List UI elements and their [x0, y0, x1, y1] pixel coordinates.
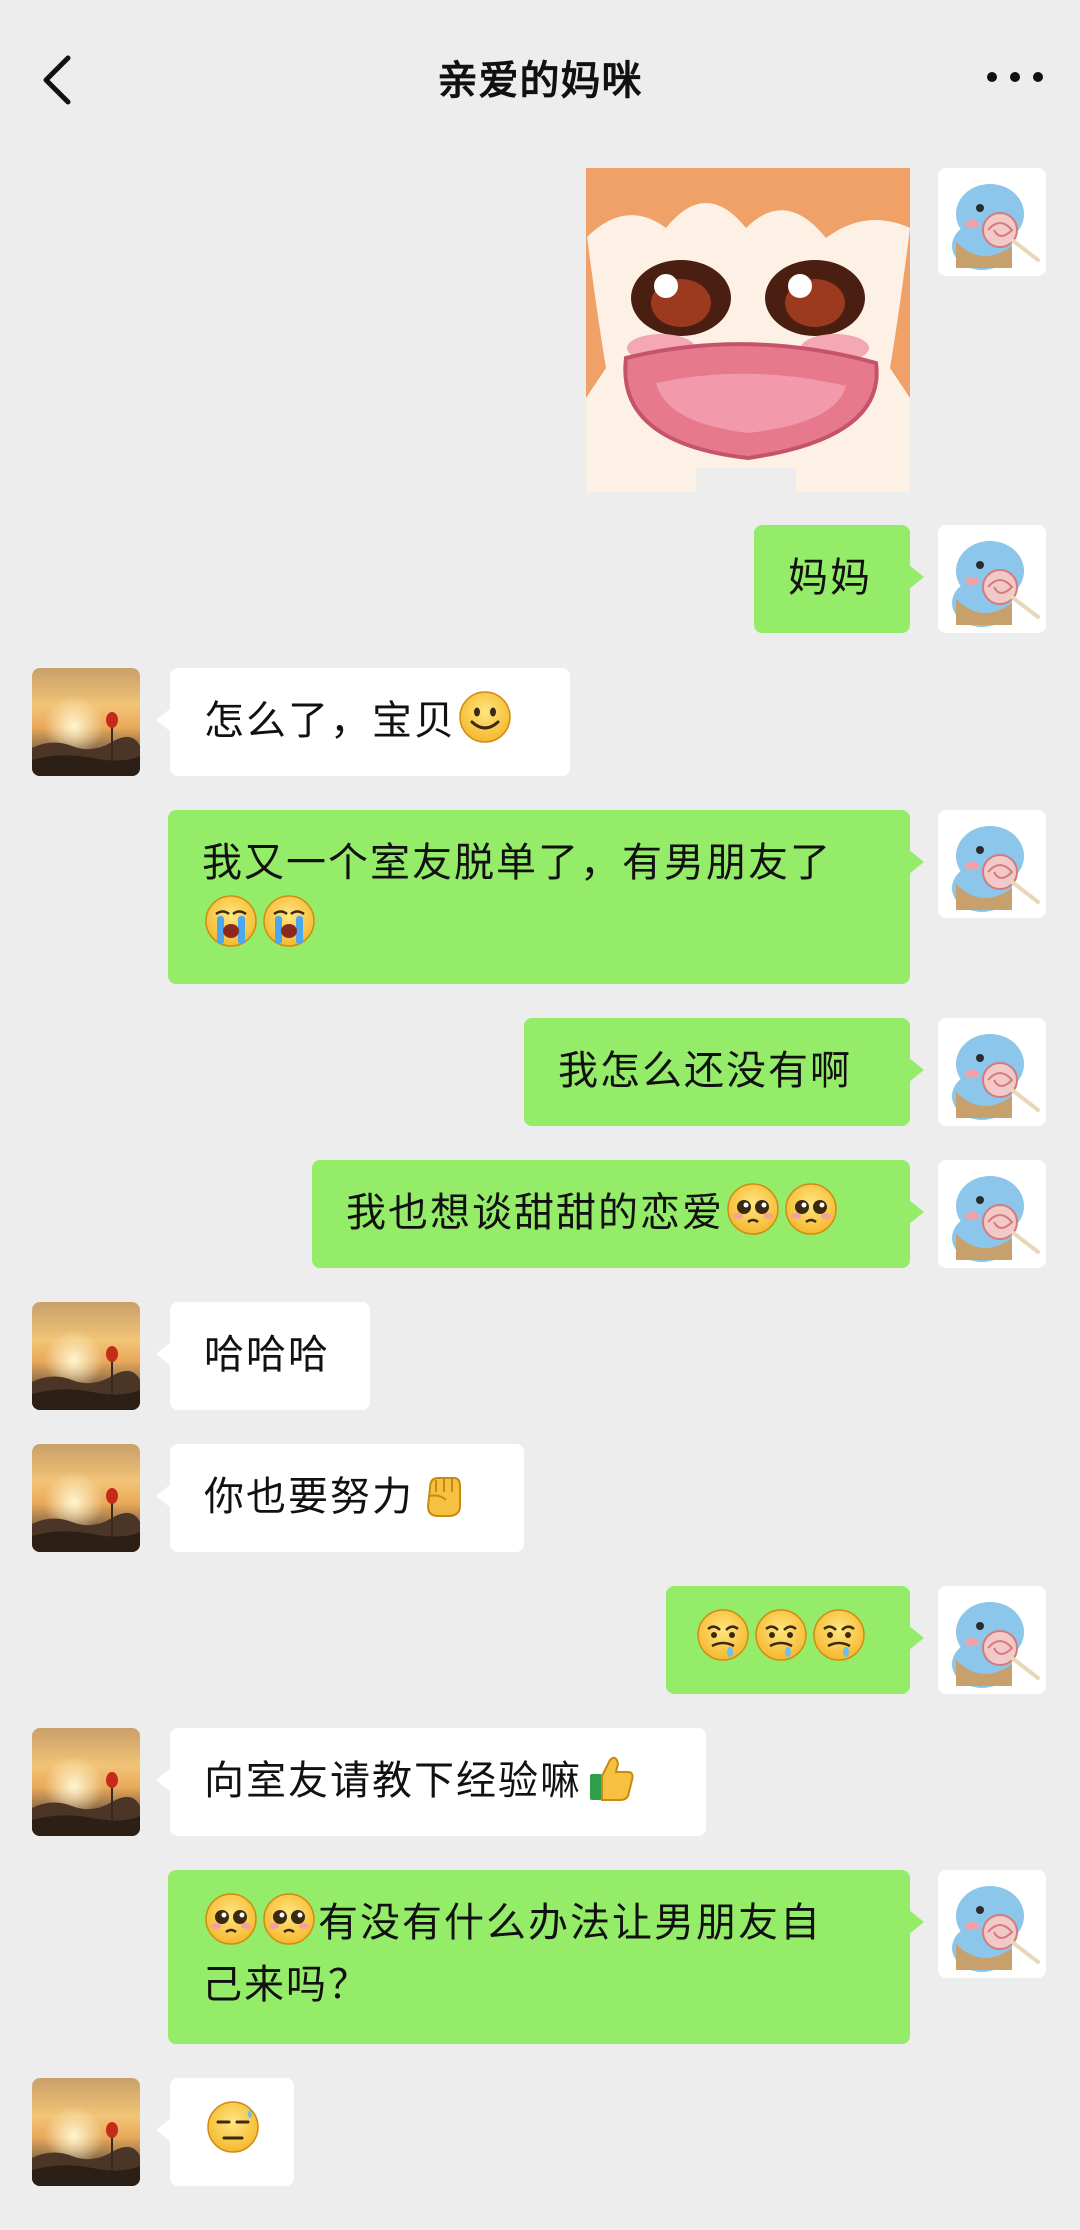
mom-avatar[interactable] [32, 1728, 140, 1836]
message-bubble-mom[interactable]: 怎么了，宝贝 [156, 668, 570, 776]
message-bubble-mom[interactable]: 你也要努力 [156, 1444, 524, 1552]
drooling-emoji-icon [812, 1608, 866, 1662]
message-text: 哈哈哈 [204, 1332, 330, 1378]
message-text: 我又一个室友脱单了，有男朋友了 [202, 840, 832, 886]
chat-header: 亲爱的妈咪 [0, 0, 1080, 155]
drooling-emoji-icon [754, 1608, 808, 1662]
my-avatar[interactable] [938, 1018, 1046, 1126]
chat-screen: 亲爱的妈咪 妈妈 怎么了，宝贝 我又一个室友脱单了，有男朋友了 我怎么还没有啊 … [0, 0, 1080, 2230]
my-avatar[interactable] [938, 168, 1046, 276]
message-text: 怎么了，宝贝 [204, 698, 456, 744]
smile-emoji-icon [458, 690, 512, 744]
message-bubble-mom[interactable]: 向室友请教下经验嘛 [156, 1728, 706, 1836]
mom-avatar[interactable] [32, 668, 140, 776]
my-avatar[interactable] [938, 810, 1046, 918]
message-text: 我也想谈甜甜的恋爱 [346, 1190, 724, 1236]
drooling-emoji-icon [696, 1608, 750, 1662]
mom-avatar[interactable] [32, 1302, 140, 1410]
my-avatar[interactable] [938, 525, 1046, 633]
message-bubble-mom[interactable]: 哈哈哈 [156, 1302, 370, 1410]
message-bubble-me[interactable] [666, 1586, 924, 1694]
sweat-smile-emoji-icon [206, 2100, 260, 2154]
pleading-emoji-icon [204, 1892, 258, 1946]
mom-avatar[interactable] [32, 2078, 140, 2186]
chat-title: 亲爱的妈咪 [437, 58, 643, 104]
message-text: 我怎么还没有啊 [558, 1048, 852, 1094]
fist-emoji-icon [416, 1466, 470, 1520]
more-dots-icon [987, 72, 1043, 82]
message-text: 向室友请教下经验嘛 [204, 1758, 582, 1804]
message-bubble-me[interactable]: 妈妈 [754, 525, 924, 633]
message-text: 妈妈 [788, 555, 872, 601]
message-bubble-me[interactable]: 我又一个室友脱单了，有男朋友了 [168, 810, 924, 984]
mom-avatar[interactable] [32, 1444, 140, 1552]
my-avatar[interactable] [938, 1870, 1046, 1978]
message-bubble-me[interactable]: 我怎么还没有啊 [524, 1018, 924, 1126]
loudly-crying-emoji-icon [204, 894, 258, 948]
message-text: 你也要努力 [204, 1474, 414, 1520]
message-text: 己来吗？ [202, 1962, 370, 2008]
message-bubble-me[interactable]: 有没有什么办法让男朋友自 己来吗？ [168, 1870, 924, 2044]
thumbs-up-emoji-icon [584, 1750, 638, 1804]
emoji-row [202, 894, 876, 956]
my-avatar[interactable] [938, 1586, 1046, 1694]
pleading-emoji-icon [262, 1892, 316, 1946]
sticker-image[interactable] [586, 168, 910, 492]
loudly-crying-emoji-icon [262, 894, 316, 948]
message-bubble-me[interactable]: 我也想谈甜甜的恋爱 [312, 1160, 924, 1268]
my-avatar[interactable] [938, 1160, 1046, 1268]
more-button[interactable] [980, 55, 1050, 95]
message-text: 有没有什么办法让男朋友自 [318, 1900, 822, 1946]
pleading-emoji-icon [726, 1182, 780, 1236]
message-bubble-mom[interactable] [156, 2078, 294, 2186]
pleading-emoji-icon [784, 1182, 838, 1236]
